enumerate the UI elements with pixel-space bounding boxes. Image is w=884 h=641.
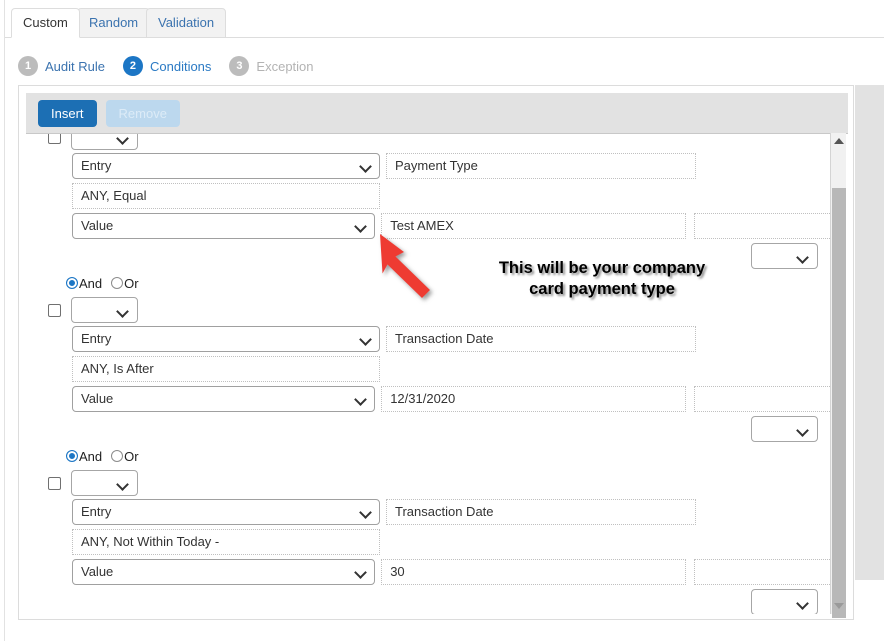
remove-button: Remove — [106, 100, 180, 127]
condition-row: And Or Entry Transaction Date — [26, 445, 832, 614]
step-2-label[interactable]: Conditions — [150, 59, 211, 74]
condition-2-extra-field[interactable] — [694, 386, 832, 412]
condition-1-header — [26, 133, 832, 153]
step-exception: 3 Exception — [229, 56, 313, 76]
condition-3-or-option[interactable]: Or — [111, 449, 138, 464]
condition-3-entry-field[interactable]: Transaction Date — [386, 499, 696, 525]
radio-or-icon[interactable] — [111, 277, 123, 289]
condition-1-tail-select[interactable] — [751, 243, 818, 269]
scroll-up-arrow-icon[interactable] — [831, 133, 847, 149]
condition-1-extra-field[interactable] — [694, 213, 832, 239]
step-1-number: 1 — [18, 56, 38, 76]
conditions-scroll-viewport: Entry Payment Type ANY, Equal Value Test… — [26, 133, 848, 614]
condition-3-extra-field[interactable] — [694, 559, 832, 585]
condition-3-operator-field[interactable]: ANY, Not Within Today - — [72, 529, 380, 555]
condition-2-and-option[interactable]: And — [66, 276, 102, 291]
scroll-down-arrow-icon[interactable] — [831, 598, 847, 614]
conditions-list: Entry Payment Type ANY, Equal Value Test… — [26, 133, 832, 614]
condition-1-tail-row — [26, 243, 832, 269]
step-3-label: Exception — [256, 59, 313, 74]
condition-row: Entry Payment Type ANY, Equal Value Test… — [26, 133, 832, 269]
radio-and-icon[interactable] — [66, 450, 78, 462]
scrollbar-thumb[interactable] — [832, 188, 846, 618]
tab-bar: Custom Random Validation — [5, 8, 884, 38]
condition-3-tail-row — [26, 589, 832, 614]
right-side-panel — [855, 85, 884, 580]
condition-3-and-option[interactable]: And — [66, 449, 102, 464]
condition-2-tail-row — [26, 416, 832, 442]
wizard-steps: 1 Audit Rule 2 Conditions 3 Exception — [18, 55, 332, 77]
condition-2-value-field[interactable]: 12/31/2020 — [381, 386, 686, 412]
condition-3-or-label: Or — [124, 449, 138, 464]
tab-custom[interactable]: Custom — [11, 8, 80, 38]
condition-3-and-label: And — [79, 449, 102, 464]
condition-3-entry-row: Entry Transaction Date — [26, 499, 832, 525]
condition-3-entry-select[interactable]: Entry — [72, 499, 380, 525]
condition-3-value-field[interactable]: 30 — [381, 559, 686, 585]
triangle-up-icon — [834, 138, 844, 144]
condition-3-header — [26, 467, 832, 499]
condition-2-or-option[interactable]: Or — [111, 276, 138, 291]
condition-3-operator-row: ANY, Not Within Today - — [26, 529, 832, 555]
conditions-panel: Insert Remove Entry Payment Type ANY, Eq — [18, 85, 854, 620]
step-audit-rule[interactable]: 1 Audit Rule — [18, 56, 105, 76]
condition-1-group-select[interactable] — [71, 133, 138, 150]
condition-1-entry-row: Entry Payment Type — [26, 153, 832, 179]
condition-2-entry-field[interactable]: Transaction Date — [386, 326, 696, 352]
condition-1-entry-field[interactable]: Payment Type — [386, 153, 696, 179]
step-conditions[interactable]: 2 Conditions — [123, 56, 211, 76]
condition-3-value-select[interactable]: Value — [72, 559, 375, 585]
conditions-scrollbar[interactable] — [830, 133, 846, 614]
condition-1-value-row: Value Test AMEX — [26, 213, 832, 239]
tab-validation[interactable]: Validation — [146, 8, 226, 38]
condition-2-operator-field[interactable]: ANY, Is After — [72, 356, 380, 382]
audit-rule-conditions-screen: Custom Random Validation 1 Audit Rule 2 … — [0, 0, 884, 641]
conditions-toolbar: Insert Remove — [26, 93, 848, 133]
condition-1-value-select[interactable]: Value — [72, 213, 375, 239]
triangle-down-icon — [834, 603, 844, 609]
condition-2-value-select[interactable]: Value — [72, 386, 375, 412]
condition-2-header — [26, 294, 832, 326]
radio-and-icon[interactable] — [66, 277, 78, 289]
condition-2-value-row: Value 12/31/2020 — [26, 386, 832, 412]
radio-or-icon[interactable] — [111, 450, 123, 462]
condition-2-group-select[interactable] — [71, 297, 138, 323]
condition-2-entry-row: Entry Transaction Date — [26, 326, 832, 352]
condition-1-entry-select[interactable]: Entry — [72, 153, 380, 179]
condition-1-operator-field[interactable]: ANY, Equal — [72, 183, 380, 209]
condition-2-entry-select[interactable]: Entry — [72, 326, 380, 352]
insert-button[interactable]: Insert — [38, 100, 97, 127]
condition-3-joiner: And Or — [26, 445, 832, 467]
condition-row: And Or Entry Transaction Date — [26, 272, 832, 442]
condition-2-tail-select[interactable] — [751, 416, 818, 442]
condition-3-tail-select[interactable] — [751, 589, 818, 614]
page-left-rule — [4, 0, 5, 641]
condition-2-joiner: And Or — [26, 272, 832, 294]
condition-1-operator-row: ANY, Equal — [26, 183, 832, 209]
condition-2-checkbox[interactable] — [48, 304, 61, 317]
condition-3-value-row: Value 30 — [26, 559, 832, 585]
step-1-label[interactable]: Audit Rule — [45, 59, 105, 74]
step-3-number: 3 — [229, 56, 249, 76]
condition-3-checkbox[interactable] — [48, 477, 61, 490]
condition-2-operator-row: ANY, Is After — [26, 356, 832, 382]
condition-3-group-select[interactable] — [71, 470, 138, 496]
condition-2-or-label: Or — [124, 276, 138, 291]
step-2-number: 2 — [123, 56, 143, 76]
condition-1-checkbox[interactable] — [48, 133, 61, 144]
condition-2-and-label: And — [79, 276, 102, 291]
condition-1-value-field[interactable]: Test AMEX — [381, 213, 686, 239]
tab-random[interactable]: Random — [77, 8, 150, 38]
